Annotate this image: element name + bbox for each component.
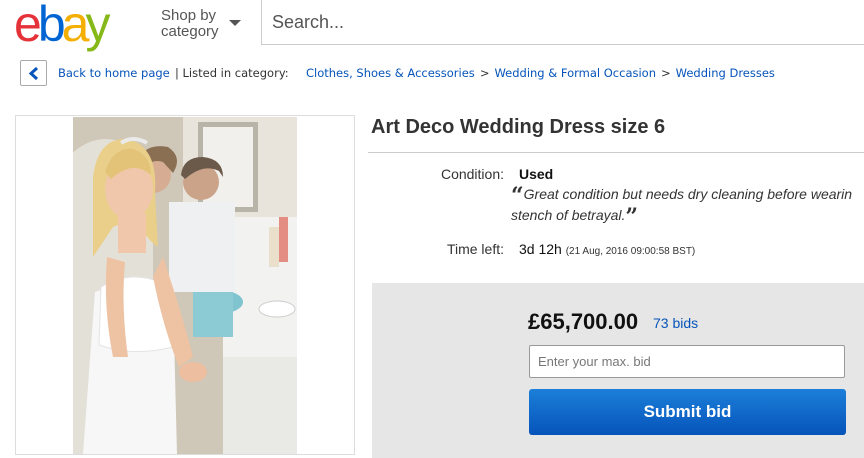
logo-letter-e: e <box>14 0 42 52</box>
category-path: Clothes, Shoes & Accessories > Wedding & F… <box>306 60 775 86</box>
time-left-label: Time left: <box>446 241 504 257</box>
search-box[interactable] <box>261 0 864 45</box>
time-left-value: 3d 12h (21 Aug, 2016 09:00:58 BST) <box>519 241 695 257</box>
current-price: £65,700.00 <box>528 309 639 334</box>
listed-in-category-label: | Listed in category: <box>175 66 289 80</box>
crumb-separator: > <box>661 66 671 80</box>
bid-panel: £65,700.00 73 bids Submit bid <box>372 283 864 458</box>
max-bid-field[interactable] <box>529 345 845 378</box>
condition-label: Condition: <box>440 166 504 182</box>
submit-bid-button[interactable]: Submit bid <box>529 389 846 435</box>
category-label: category <box>161 23 219 40</box>
close-quote-mark: ” <box>625 204 639 230</box>
item-photo[interactable] <box>73 117 297 454</box>
item-photo-frame[interactable] <box>15 115 355 455</box>
crumb-separator: > <box>479 66 490 80</box>
chevron-down-icon[interactable] <box>229 20 241 26</box>
breadcrumb: Back to home page | Listed in category: … <box>20 60 860 86</box>
category-link-wedding-dresses[interactable]: Wedding Dresses <box>676 66 775 80</box>
note-line-2: stench of betrayal. <box>511 207 626 223</box>
end-date: (21 Aug, 2016 09:00:58 BST) <box>565 246 696 257</box>
bride-photo-illustration <box>73 117 297 454</box>
seller-condition-note: “Great condition but needs dry cleaning … <box>511 183 864 228</box>
category-link-wedding-formal[interactable]: Wedding & Formal Occasion <box>494 66 656 80</box>
time-remaining: 3d 12h <box>519 241 562 257</box>
shop-by-label: Shop by <box>161 7 217 24</box>
bid-count-link[interactable]: 73 bids <box>653 315 698 331</box>
logo-letter-y: y <box>85 0 110 52</box>
logo-letter-b: b <box>37 0 66 52</box>
category-link-clothes[interactable]: Clothes, Shoes & Accessories <box>306 66 475 80</box>
search-input[interactable] <box>262 0 864 44</box>
open-quote-mark: “ <box>511 183 524 209</box>
header: ebay Shop by category <box>0 0 864 52</box>
title-divider <box>368 152 864 153</box>
listing-title: Art Deco Wedding Dress size 6 <box>371 116 666 138</box>
condition-value: Used <box>519 166 554 182</box>
back-button[interactable] <box>20 60 47 86</box>
note-line-1: Great condition but needs dry cleaning b… <box>523 186 853 202</box>
shop-by-category-button[interactable]: Shop by category <box>161 8 219 40</box>
back-to-home-link[interactable]: Back to home page <box>58 60 170 86</box>
ebay-logo[interactable]: ebay <box>14 0 110 52</box>
max-bid-input[interactable] <box>530 346 844 377</box>
logo-letter-a: a <box>61 0 90 52</box>
chevron-left-icon <box>28 67 39 80</box>
